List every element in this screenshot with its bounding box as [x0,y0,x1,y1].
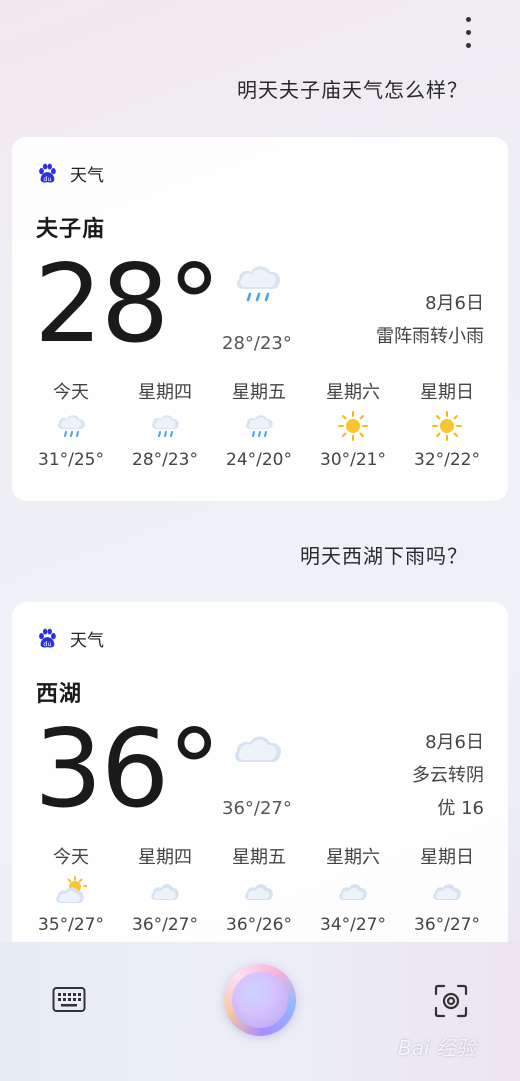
forecast-range: 30°/21° [320,450,386,470]
forecast-range: 35°/27° [38,915,104,935]
air-quality-label: 优 16 [437,798,484,819]
forecast-day: 星期五 24°/20° [212,379,306,473]
forecast-day: 星期日 36°/27° [400,844,494,938]
cloud-rain-icon [24,411,118,441]
keyboard-icon[interactable] [52,986,86,1014]
card-source-header: du 天气 [36,626,104,651]
forecast-day: 星期六 30°/21° [306,379,400,473]
source-label: 天气 [70,165,104,186]
forecast-range: 32°/22° [414,450,480,470]
forecast-day-label: 今天 [53,382,89,403]
bottom-input-bar: Bai 经验 [0,942,520,1081]
forecast-day: 星期五 36°/26° [212,844,306,938]
forecast-day-label: 星期五 [232,847,286,868]
forecast-range: 24°/20° [226,450,292,470]
weather-card-2[interactable]: du 天气 西湖 36° 36°/27° 8月6日 多云转阴 优 16 今天 35… [12,602,508,942]
sun-icon [400,411,494,441]
svg-text:du: du [43,640,51,648]
forecast-day-label: 星期六 [326,847,380,868]
forecast-day: 星期四 36°/27° [118,844,212,938]
cloud-rain-icon [236,266,280,302]
date-label: 8月6日 [425,293,484,314]
forecast-day-label: 星期六 [326,382,380,403]
cloud-rain-icon [118,411,212,441]
baidu-jingyan-watermark: Bai 经验 [398,1036,476,1060]
forecast-row: 今天 31°/25° 星期四 28°/23° 星期五 24°/20° 星期六 30°/21° 星… [24,379,494,473]
forecast-range: 36°/27° [132,915,198,935]
sun-cloud-icon [24,876,118,906]
current-temperature: 36° [34,707,221,832]
cloud-icon [400,876,494,906]
forecast-row: 今天 35°/27° 星期四 36°/27° 星期五 36°/26° 星期六 34°/27° 星… [24,844,494,938]
weather-summary: 8月6日 多云转阴 优 16 [412,726,484,825]
current-range: 28°/23° [222,333,292,354]
forecast-range: 34°/27° [320,915,386,935]
forecast-day: 今天 35°/27° [24,844,118,938]
card-source-header: du 天气 [36,161,104,186]
scan-icon[interactable] [434,984,468,1018]
forecast-day: 今天 31°/25° [24,379,118,473]
cloud-rain-icon [212,411,306,441]
forecast-range: 31°/25° [38,450,104,470]
forecast-range: 36°/26° [226,915,292,935]
source-label: 天气 [70,630,104,651]
city-name: 夫子庙 [36,217,106,242]
forecast-range: 28°/23° [132,450,198,470]
more-options-icon[interactable] [452,12,484,52]
user-question-2: 明天西湖下雨吗？ [300,544,468,568]
date-label: 8月6日 [425,732,484,753]
condition-label: 雷阵雨转小雨 [376,326,484,347]
current-range: 36°/27° [222,798,292,819]
cloud-icon [234,736,281,762]
baidu-paw-icon: du [39,163,56,183]
forecast-day-label: 星期日 [420,382,474,403]
baidu-paw-icon: du [39,628,56,648]
forecast-day-label: 星期五 [232,382,286,403]
svg-text:du: du [43,175,51,183]
forecast-day: 星期六 34°/27° [306,844,400,938]
forecast-day-label: 星期四 [138,382,192,403]
forecast-day-label: 星期四 [138,847,192,868]
forecast-day: 星期四 28°/23° [118,379,212,473]
forecast-range: 36°/27° [414,915,480,935]
cloud-icon [212,876,306,906]
condition-label: 多云转阴 [412,765,484,786]
forecast-day-label: 星期日 [420,847,474,868]
cloud-icon [306,876,400,906]
current-temperature: 28° [34,242,221,367]
cloud-icon [118,876,212,906]
user-question-1: 明天夫子庙天气怎么样？ [237,78,468,102]
voice-assistant-button[interactable] [224,964,296,1036]
forecast-day: 星期日 32°/22° [400,379,494,473]
sun-icon [306,411,400,441]
weather-card-1[interactable]: du 天气 夫子庙 28° 28°/23° 8月6日 雷阵雨转小雨 今天 31°/… [12,137,508,501]
weather-summary: 8月6日 雷阵雨转小雨 [376,287,484,353]
city-name: 西湖 [36,682,83,707]
forecast-day-label: 今天 [53,847,89,868]
